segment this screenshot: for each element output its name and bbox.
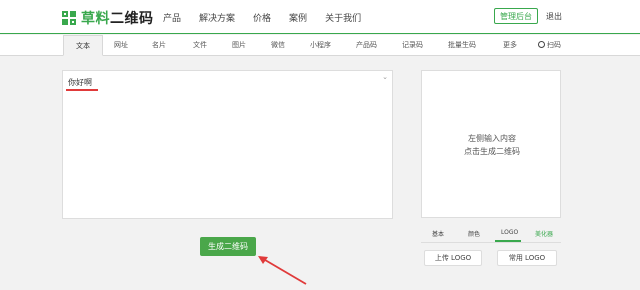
- annotation-arrow-icon: [258, 256, 307, 285]
- tab-scan[interactable]: 扫码: [538, 40, 561, 50]
- style-tab-basic[interactable]: 基本: [432, 229, 444, 238]
- nav-item-product[interactable]: 产品: [163, 11, 181, 24]
- tab-more[interactable]: 更多: [503, 40, 517, 50]
- scan-icon: [538, 41, 545, 48]
- logout-link[interactable]: 退出: [546, 11, 562, 22]
- tab-record-code[interactable]: 记录码: [402, 40, 423, 50]
- main-nav: 产品 解决方案 价格 案例 关于我们: [163, 11, 379, 24]
- preview-hint-2: 点击生成二维码: [464, 147, 520, 156]
- chevron-down-icon[interactable]: ⌄: [382, 73, 388, 81]
- tab-image[interactable]: 图片: [232, 40, 246, 50]
- tab-wechat[interactable]: 微信: [271, 40, 285, 50]
- top-header: 草料二维码 产品 解决方案 价格 案例 关于我们 管理后台 退出: [0, 0, 640, 34]
- style-tabs: 基本 颜色 LOGO 美化器: [421, 226, 561, 242]
- text-input-value: 你好啊: [68, 78, 92, 87]
- nav-item-about[interactable]: 关于我们: [325, 11, 361, 24]
- admin-button[interactable]: 管理后台: [494, 8, 538, 24]
- generate-qr-button[interactable]: 生成二维码: [200, 237, 256, 256]
- qr-logo-icon: [62, 11, 76, 25]
- tab-file[interactable]: 文件: [193, 40, 207, 50]
- tab-url[interactable]: 网址: [114, 40, 128, 50]
- preview-hint-1: 左侧输入内容: [468, 134, 516, 143]
- qr-preview-panel: 左侧输入内容 点击生成二维码: [421, 70, 561, 218]
- style-tab-logo[interactable]: LOGO: [494, 229, 522, 242]
- tab-product-code[interactable]: 产品码: [356, 40, 377, 50]
- logo-text: 草料二维码: [81, 11, 154, 27]
- tab-text[interactable]: 文本: [63, 35, 103, 56]
- annotation-underline: [66, 89, 98, 91]
- tab-miniprogram[interactable]: 小程序: [310, 40, 331, 50]
- nav-item-solutions[interactable]: 解决方案: [199, 11, 235, 24]
- type-tabs: 文本 网址 名片 文件 图片 微信 小程序 产品码 记录码 批量生码 更多 扫码: [0, 35, 640, 56]
- style-tabs-divider: [421, 242, 561, 243]
- tab-batch[interactable]: 批量生码: [448, 40, 476, 50]
- upload-logo-button[interactable]: 上传 LOGO: [424, 250, 482, 266]
- common-logo-button[interactable]: 常用 LOGO: [497, 250, 557, 266]
- text-input-area[interactable]: 你好啊 ⌄: [62, 70, 393, 219]
- nav-item-pricing[interactable]: 价格: [253, 11, 271, 24]
- tab-scan-label: 扫码: [547, 41, 561, 49]
- style-tab-beautifier[interactable]: 美化器: [535, 229, 553, 238]
- tab-card[interactable]: 名片: [152, 40, 166, 50]
- site-logo[interactable]: 草料二维码: [62, 8, 154, 28]
- nav-item-cases[interactable]: 案例: [289, 11, 307, 24]
- style-tab-color[interactable]: 颜色: [468, 229, 480, 238]
